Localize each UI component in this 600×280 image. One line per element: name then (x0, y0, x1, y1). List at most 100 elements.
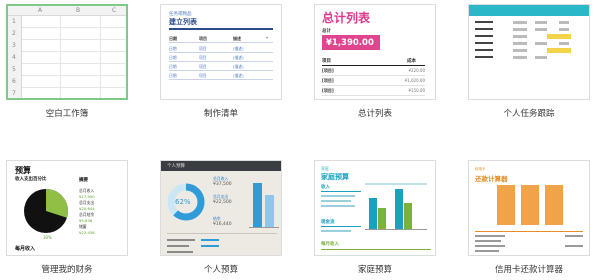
task-label (475, 28, 493, 30)
template-caption[interactable]: 管理我的财务 (0, 263, 142, 275)
figure-value: ¥16,440 (213, 222, 232, 227)
template-caption[interactable]: 个人任务跟踪 (454, 107, 600, 119)
family-budget-thumbnail[interactable]: 家庭 家庭预算 收入 现金流 每月收入 (314, 160, 436, 256)
detail-line (321, 200, 351, 202)
row-label: 1 (12, 18, 16, 25)
task-cell (535, 21, 547, 24)
template-caption[interactable]: 个人预算 (146, 263, 296, 275)
template-gallery: A B C 1 2 3 4 5 6 7 空白工作簿 任务或物品 建立列表 日期 (0, 0, 600, 280)
list-item: [项目] ¥150.00 (322, 87, 425, 96)
tracker-row (475, 34, 583, 42)
manage-finances-thumbnail[interactable]: 预算 收入支出百分比 30% 摘要 总月收入 ¥17,500 总月支出 ¥20,… (6, 160, 128, 256)
row-divider (169, 61, 273, 62)
thumbnail-title: 家庭预算 (321, 173, 349, 181)
calculator-bar (521, 185, 539, 225)
task-cell (559, 21, 569, 24)
detail-line (321, 205, 355, 207)
task-cell (513, 28, 527, 31)
section-rule (321, 191, 361, 192)
total-list-thumbnail[interactable]: 总计列表 总计 ¥1,390.00 项目 成本 [项目] ¥220.00 [项目… (314, 4, 436, 100)
list-item: [项目] ¥1,020.00 (322, 77, 425, 86)
total-value: ¥1,390.00 (322, 35, 380, 50)
detail-line (475, 235, 505, 237)
dropdown-arrow-icon: ▾ (266, 35, 269, 40)
bar-income (395, 189, 403, 229)
column-label: B (76, 7, 81, 14)
chart-gridline (365, 183, 427, 185)
row-label: 5 (12, 66, 16, 73)
template-caption[interactable]: 总计列表 (300, 107, 450, 119)
task-cell (535, 56, 547, 59)
grid-line (22, 39, 126, 40)
bar-baseline (365, 229, 427, 230)
row-label: 4 (12, 54, 16, 61)
monthly-income-heading: 每月收入 (321, 242, 339, 247)
template-caption[interactable]: 制作清单 (146, 107, 296, 119)
detail-line (167, 251, 193, 253)
bar-expense (378, 208, 386, 229)
task-tracker-thumbnail[interactable] (468, 4, 590, 100)
blank-workbook-thumbnail[interactable]: A B C 1 2 3 4 5 6 7 (6, 4, 128, 100)
cashflow-heading: 现金流 (321, 220, 335, 225)
bar-expense (265, 195, 274, 227)
summary-value: ¥20,644 (79, 206, 95, 211)
task-cell (535, 42, 547, 45)
title-underline (169, 28, 273, 30)
income-expense-pie-chart (24, 189, 68, 233)
task-cell (513, 21, 527, 24)
task-cell (559, 42, 569, 45)
grid-line (22, 63, 126, 64)
summary-title: 摘要 (79, 178, 88, 183)
bar-income (369, 198, 377, 229)
grid-line (22, 75, 126, 76)
row-divider (169, 52, 273, 53)
detail-line (565, 235, 583, 237)
tracker-row (475, 21, 583, 28)
personal-budget-thumbnail[interactable]: 个人预算 62% 总月收入 ¥37,500 总月支出 ¥22,500 结余 ¥1… (160, 160, 282, 256)
section-rule (321, 226, 361, 227)
section-rule (321, 249, 431, 250)
summary-value: ¥17,500 (79, 194, 95, 199)
row-label: 6 (12, 78, 16, 85)
task-label (475, 49, 493, 51)
row-label: 2 (12, 30, 16, 37)
bar-baseline (249, 227, 279, 228)
task-label (475, 21, 493, 23)
pie-percent: 30% (43, 235, 52, 240)
calculator-bar (497, 185, 515, 225)
grid-line (22, 27, 126, 28)
detail-line (475, 240, 501, 242)
row-label: 3 (12, 42, 16, 49)
template-caption[interactable]: 信用卡还款计算器 (454, 263, 600, 275)
figure-value: ¥22,500 (213, 200, 232, 205)
item-amount: ¥220.00 (408, 68, 425, 73)
section-rule (475, 231, 583, 232)
item-name: [项目] (322, 68, 334, 73)
header-rule (322, 65, 425, 66)
column-label: A (38, 7, 43, 14)
task-label (475, 56, 493, 58)
detail-line (565, 245, 583, 247)
highlight-cell (547, 48, 571, 53)
thumbnail-title: 预算 (15, 166, 31, 175)
column-header-bar (8, 6, 126, 16)
figure-value: ¥37,500 (213, 182, 232, 187)
template-caption[interactable]: 家庭预算 (300, 263, 450, 275)
thumbnail-title: 还款计算器 (475, 175, 508, 183)
template-caption[interactable]: 空白工作簿 (0, 107, 142, 119)
thumbnail-subtitle: 信用卡 (475, 167, 486, 171)
credit-card-calculator-thumbnail[interactable]: 信用卡 还款计算器 (468, 160, 590, 256)
grid-line (22, 87, 126, 88)
row-divider (169, 70, 273, 71)
income-heading: 收入 (321, 185, 330, 190)
detail-line (475, 250, 499, 252)
header-band (469, 5, 589, 16)
highlight-cell (547, 34, 571, 39)
detail-line (321, 195, 355, 197)
column-label: C (112, 7, 117, 14)
task-cell (513, 49, 527, 52)
task-cell (513, 56, 527, 59)
list-item: [项目] ¥220.00 (322, 67, 425, 76)
item-amount: ¥150.00 (408, 88, 425, 93)
make-list-thumbnail[interactable]: 任务或物品 建立列表 日期 项目 描述 ▾ 日期 项目 (描述) 日期 项目 (… (160, 4, 282, 100)
